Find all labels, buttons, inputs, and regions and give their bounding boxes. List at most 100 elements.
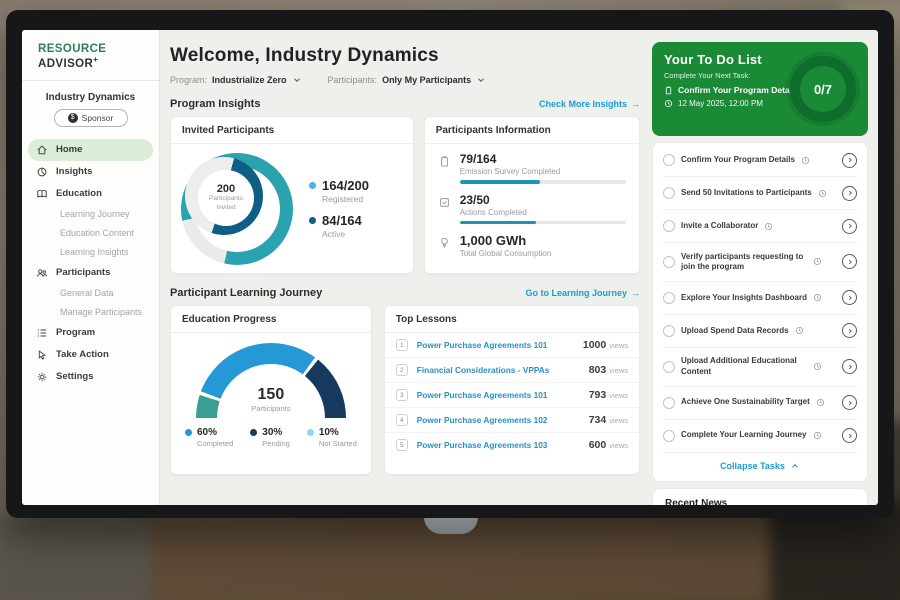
sidebar-item-participants[interactable]: Participants: [28, 262, 153, 284]
task-checkbox[interactable]: [663, 397, 675, 409]
survey-clipboard-icon: [438, 155, 451, 168]
program-insights-header: Program Insights Check More Insights →: [170, 98, 640, 110]
participants-filter[interactable]: Participants: Only My Participants: [328, 75, 487, 85]
insights-icon: [36, 166, 48, 178]
task-verify-participants[interactable]: Verify participants requesting to join t…: [663, 243, 857, 282]
sidebar-item-learning-insights[interactable]: Learning Insights: [28, 243, 153, 262]
legend-registered: 164/200 Registered: [309, 178, 369, 204]
task-open-button[interactable]: [842, 254, 857, 269]
chevron-right-icon: [846, 363, 854, 371]
sidebar: RESOURCE ADVISOR+ Industry Dynamics $ Sp…: [22, 30, 160, 505]
lightbulb-icon: [438, 236, 451, 249]
sponsor-badge[interactable]: $ Sponsor: [54, 109, 128, 127]
sidebar-item-program[interactable]: Program: [28, 322, 153, 344]
task-confirm-program-details[interactable]: Confirm Your Program Details: [663, 144, 857, 177]
dashboard-screen: RESOURCE ADVISOR+ Industry Dynamics $ Sp…: [22, 30, 878, 505]
lesson-row-4[interactable]: 4 Power Purchase Agreements 102 734 view…: [385, 408, 639, 433]
sidebar-item-learning-journey[interactable]: Learning Journey: [28, 205, 153, 224]
invited-participants-donut: 200 Participants Invited: [181, 153, 293, 265]
todo-progress-ring: 0/7: [790, 56, 856, 122]
sidebar-item-insights[interactable]: Insights: [28, 161, 153, 183]
task-invite-collaborator[interactable]: Invite a Collaborator: [663, 210, 857, 243]
sidebar-nav: Home Insights Education Learning Journey…: [22, 137, 159, 390]
invited-participants-card: Invited Participants 200 Participants In…: [170, 116, 414, 274]
task-checkbox[interactable]: [663, 187, 675, 199]
active-dot: [309, 217, 316, 224]
chevron-right-icon: [846, 189, 854, 197]
lesson-link[interactable]: Power Purchase Agreements 102: [417, 415, 589, 425]
task-open-button[interactable]: [842, 323, 857, 338]
task-checkbox[interactable]: [663, 430, 675, 442]
sidebar-item-general-data[interactable]: General Data: [28, 284, 153, 303]
collapse-tasks-button[interactable]: Collapse Tasks: [663, 453, 857, 480]
arrow-right-icon: →: [631, 288, 640, 298]
task-checkbox[interactable]: [663, 256, 675, 268]
check-more-insights-link[interactable]: Check More Insights →: [539, 99, 640, 109]
task-open-button[interactable]: [842, 186, 857, 201]
sidebar-item-education[interactable]: Education: [28, 183, 153, 205]
registered-dot: [309, 182, 316, 189]
lesson-link[interactable]: Power Purchase Agreements 103: [417, 440, 589, 450]
chevron-right-icon: [846, 258, 854, 266]
task-checkbox[interactable]: [663, 292, 675, 304]
lesson-row-5[interactable]: 5 Power Purchase Agreements 103 600 view…: [385, 433, 639, 457]
clipboard-icon: [664, 86, 673, 95]
lesson-link[interactable]: Financial Considerations - VPPAs: [417, 365, 589, 375]
clock-icon: [816, 398, 825, 407]
clock-icon: [764, 222, 773, 231]
task-open-button[interactable]: [842, 395, 857, 410]
task-checkbox[interactable]: [663, 361, 675, 373]
task-complete-learning-journey[interactable]: Complete Your Learning Journey: [663, 420, 857, 453]
sidebar-item-take-action[interactable]: Take Action: [28, 344, 153, 366]
right-panel: Your To Do List Complete Your Next Task:…: [652, 30, 878, 505]
lesson-row-1[interactable]: 1 Power Purchase Agreements 101 1000 vie…: [385, 333, 639, 358]
task-open-button[interactable]: [842, 290, 857, 305]
sidebar-item-manage-participants[interactable]: Manage Participants: [28, 303, 153, 322]
lesson-row-3[interactable]: 3 Power Purchase Agreements 101 793 view…: [385, 383, 639, 408]
lesson-row-2[interactable]: 2 Financial Considerations - VPPAs 803 v…: [385, 358, 639, 383]
actions-progress-bar: [460, 221, 537, 225]
task-send-invitations[interactable]: Send 50 Invitations to Participants: [663, 177, 857, 210]
clock-icon: [801, 156, 810, 165]
task-open-button[interactable]: [842, 153, 857, 168]
learning-cards-row: Education Progress 150 Participants 60% …: [170, 305, 640, 475]
task-checkbox[interactable]: [663, 154, 675, 166]
chevron-down-icon: [292, 75, 302, 85]
chevron-right-icon: [846, 294, 854, 302]
program-filter[interactable]: Program: Industrialize Zero: [170, 75, 302, 85]
background-photo: [0, 515, 150, 600]
task-open-button[interactable]: [842, 428, 857, 443]
task-upload-educational-content[interactable]: Upload Additional Educational Content: [663, 348, 857, 387]
lesson-link[interactable]: Power Purchase Agreements 101: [417, 390, 589, 400]
todo-progress-value: 0/7: [814, 82, 832, 97]
recent-news-title: Recent News: [653, 489, 867, 505]
task-achieve-sustainability-target[interactable]: Achieve One Sustainability Target: [663, 387, 857, 420]
go-to-learning-journey-link[interactable]: Go to Learning Journey →: [525, 288, 640, 298]
monitor-bezel: RESOURCE ADVISOR+ Industry Dynamics $ Sp…: [6, 10, 894, 518]
settings-gear-icon: [36, 371, 48, 383]
education-progress-card: Education Progress 150 Participants 60% …: [170, 305, 372, 475]
filters-row: Program: Industrialize Zero Participants…: [170, 75, 640, 85]
task-open-button[interactable]: [842, 219, 857, 234]
sidebar-item-home[interactable]: Home: [28, 139, 153, 161]
gauge-center-label: Participants: [251, 404, 290, 413]
sidebar-item-settings[interactable]: Settings: [28, 366, 153, 388]
program-list-icon: [36, 327, 48, 339]
task-checkbox[interactable]: [663, 325, 675, 337]
task-open-button[interactable]: [842, 359, 857, 374]
task-explore-insights[interactable]: Explore Your Insights Dashboard: [663, 282, 857, 315]
clock-icon: [813, 431, 822, 440]
top-lessons-card-title: Top Lessons: [385, 306, 639, 333]
metric-emission-survey: 79/164 Emission Survey Completed: [438, 152, 626, 184]
sidebar-item-education-content[interactable]: Education Content: [28, 224, 153, 243]
metric-actions-completed: 23/50 Actions Completed: [438, 193, 626, 225]
gauge-center-value: 150: [258, 386, 285, 404]
legend-pending: 30% Pending: [250, 427, 290, 448]
insights-cards-row: Invited Participants 200 Participants In…: [170, 116, 640, 274]
task-checkbox[interactable]: [663, 220, 675, 232]
task-upload-spend-data[interactable]: Upload Spend Data Records: [663, 315, 857, 348]
lesson-link[interactable]: Power Purchase Agreements 101: [417, 340, 583, 350]
sponsor-badge-icon: $: [68, 113, 78, 123]
clock-icon: [664, 99, 673, 108]
chevron-right-icon: [846, 156, 854, 164]
